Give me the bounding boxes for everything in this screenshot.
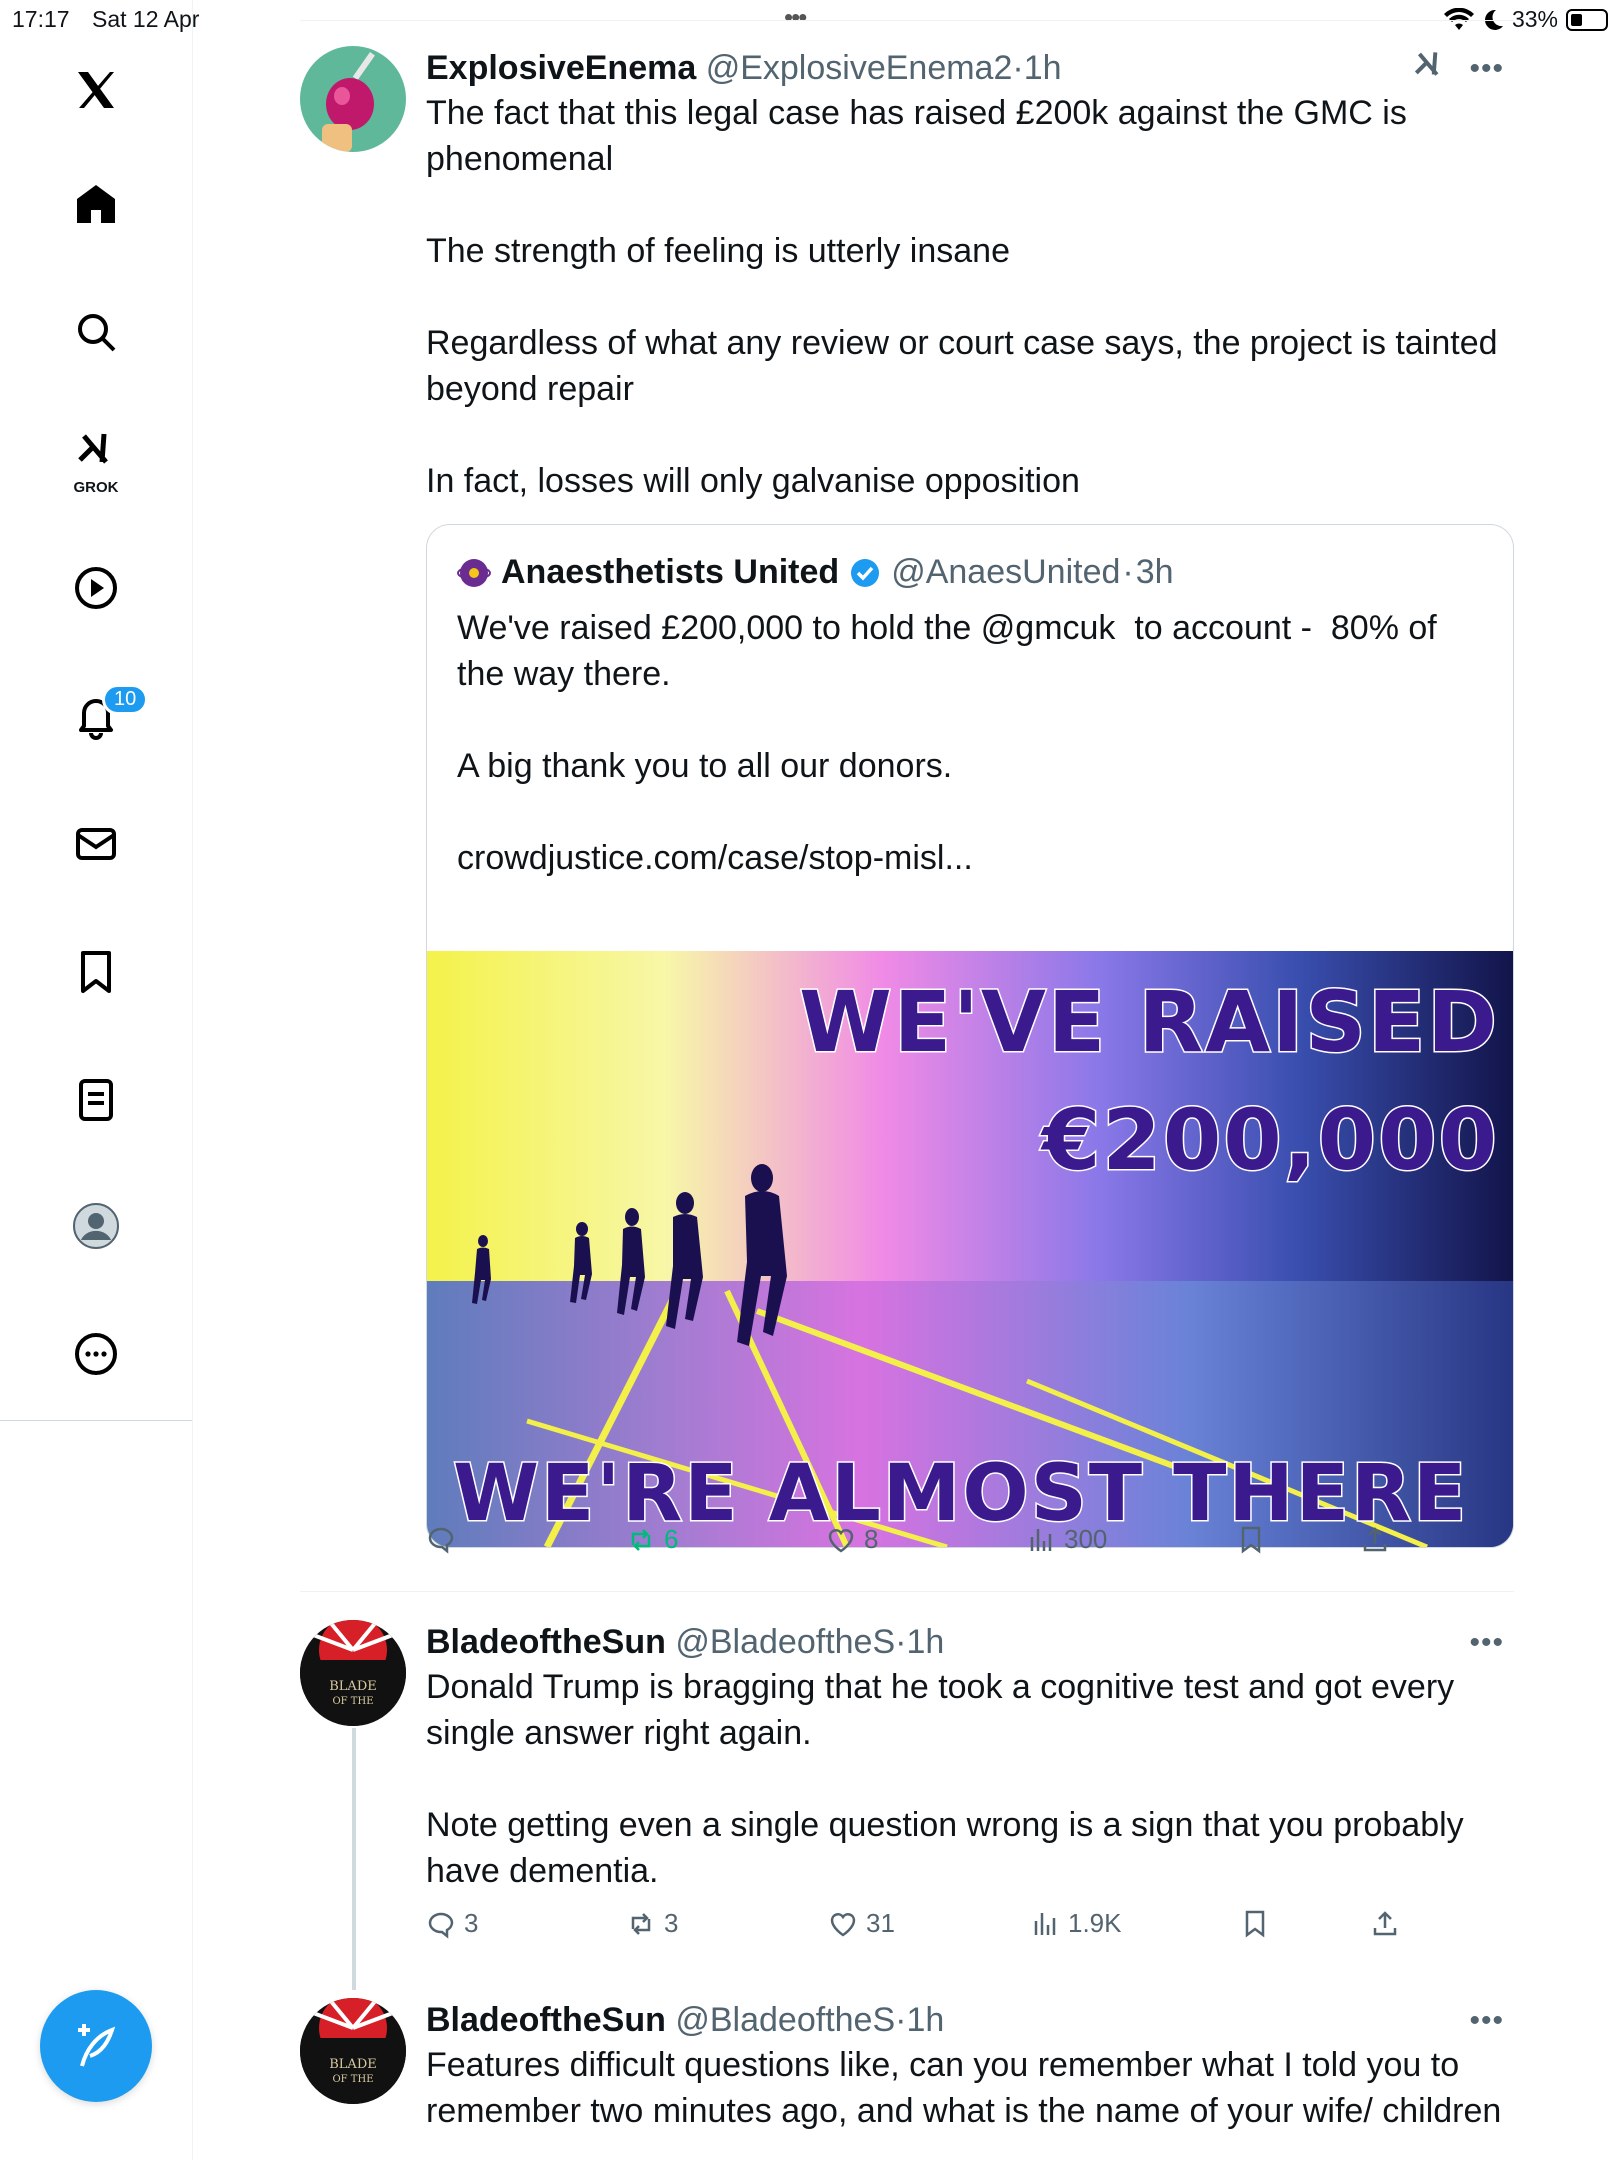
- bookmark-icon: [1241, 1526, 1261, 1554]
- tweet-time[interactable]: 1h: [906, 1623, 944, 1661]
- bookmark-button[interactable]: [1240, 1908, 1270, 1938]
- battery-icon: [1566, 8, 1608, 31]
- repost-count: 6: [664, 1524, 679, 1554]
- repost-count: 3: [664, 1908, 679, 1938]
- tweet-header: ExplosiveEnema @ExplosiveEnema2·1h: [426, 49, 1062, 87]
- tweet[interactable]: BLADE OF THE BladeoftheSun @BladeoftheS·1…: [300, 1998, 1514, 2160]
- x-logo-icon[interactable]: [60, 54, 132, 126]
- quoted-tweet-header: Anaesthetists United @AnaesUnited · 3h: [457, 553, 1174, 592]
- avatar[interactable]: [300, 46, 406, 152]
- quote-text: We've raised £200,000 to hold the @gmcuk…: [457, 609, 1437, 877]
- grok-label: GROK: [73, 479, 119, 496]
- svg-text:BLADE: BLADE: [329, 1679, 377, 1694]
- more-options-icon[interactable]: •••: [1469, 52, 1504, 86]
- like-button[interactable]: 31: [828, 1908, 895, 1939]
- like-count: 31: [866, 1908, 895, 1938]
- tweet-text: Donald Trump is bragging that he took a …: [426, 1668, 1464, 1890]
- views-button[interactable]: 300: [1026, 1524, 1107, 1555]
- avatar[interactable]: BLADE OF THE: [300, 1998, 406, 2104]
- share-button[interactable]: [1360, 1524, 1390, 1554]
- bookmark-button[interactable]: [1236, 1524, 1266, 1554]
- svg-text:BLADE: BLADE: [329, 2057, 377, 2072]
- quote-avatar[interactable]: [457, 556, 491, 590]
- reply-button[interactable]: 3: [426, 1908, 478, 1939]
- video-icon[interactable]: [60, 552, 132, 624]
- heart-icon: [828, 1528, 854, 1552]
- tweet-time[interactable]: 1h: [1024, 49, 1062, 87]
- views-button[interactable]: 1.9K: [1030, 1908, 1122, 1939]
- repost-icon: [631, 1528, 651, 1551]
- author-handle[interactable]: @BladeoftheS: [675, 2001, 895, 2039]
- notifications-badge: 10: [102, 684, 149, 715]
- tweet[interactable]: ExplosiveEnema @ExplosiveEnema2·1h ••• T…: [300, 46, 1514, 1596]
- compose-feather-icon: [78, 2024, 116, 2067]
- repost-icon: [631, 1912, 651, 1935]
- sidebar: GROK 10: [0, 0, 193, 2160]
- more-options-icon[interactable]: •••: [1469, 2004, 1504, 2038]
- tweet[interactable]: BLADE OF THE BladeoftheSun @BladeoftheS·1…: [300, 1620, 1514, 1960]
- quote-author-name[interactable]: Anaesthetists United: [501, 553, 839, 592]
- grok-icon[interactable]: GROK: [60, 418, 132, 500]
- more-icon[interactable]: [60, 1318, 132, 1390]
- author-name[interactable]: BladeoftheSun: [426, 1623, 666, 1661]
- like-button[interactable]: 8: [826, 1524, 878, 1555]
- author-handle[interactable]: @BladeoftheS: [675, 1623, 895, 1661]
- tweet-divider: [300, 1591, 1514, 1592]
- bookmark-icon: [1245, 1910, 1265, 1938]
- home-icon[interactable]: [60, 168, 132, 240]
- feed-top-border: [300, 20, 1514, 21]
- quote-image[interactable]: WE'VE RAISED €200,000 WE'RE ALMOST THERE: [427, 951, 1513, 1547]
- tweet-text: Features difficult questions like, can y…: [426, 2046, 1502, 2130]
- quote-time[interactable]: 3h: [1136, 553, 1174, 592]
- views-count: 1.9K: [1068, 1908, 1122, 1938]
- like-count: 8: [864, 1524, 879, 1554]
- repost-button[interactable]: 3: [626, 1908, 678, 1939]
- views-chart-icon: [1034, 1912, 1056, 1935]
- tweet-header: BladeoftheSun @BladeoftheS·1h: [426, 2001, 945, 2039]
- battery-percent: 33%: [1511, 6, 1558, 32]
- heart-icon: [830, 1912, 856, 1936]
- compose-post-button[interactable]: [40, 1990, 152, 2102]
- tweet-actions: 6 8 300: [426, 1524, 1512, 1564]
- sidebar-divider: [0, 1420, 192, 1421]
- share-button[interactable]: [1370, 1908, 1400, 1938]
- reply-count: 3: [464, 1908, 479, 1938]
- grok-explain-icon[interactable]: [1410, 46, 1448, 84]
- quoted-tweet[interactable]: Anaesthetists United @AnaesUnited · 3h We'…: [426, 524, 1514, 1548]
- reply-button[interactable]: [426, 1524, 464, 1554]
- svg-text:OF THE: OF THE: [332, 2074, 373, 2085]
- share-icon: [1373, 1911, 1397, 1936]
- search-icon[interactable]: [60, 296, 132, 368]
- verified-badge-icon: [851, 558, 880, 587]
- tweet-text: The fact that this legal case has raised…: [426, 94, 1498, 500]
- bookmark-icon[interactable]: [60, 936, 132, 1008]
- quote-author-handle[interactable]: @AnaesUnited: [891, 553, 1120, 592]
- share-icon: [1363, 1527, 1387, 1552]
- views-chart-icon: [1030, 1528, 1052, 1551]
- image-text-line2: €200,000: [1040, 1090, 1499, 1191]
- author-handle[interactable]: @ExplosiveEnema2: [706, 49, 1013, 87]
- multitasking-dots-icon[interactable]: •••: [784, 2, 807, 33]
- image-text-line1: WE'VE RAISED: [798, 972, 1499, 1073]
- avatar[interactable]: BLADE OF THE: [300, 1620, 406, 1726]
- reply-icon: [428, 1527, 454, 1554]
- list-icon[interactable]: [60, 1064, 132, 1136]
- tweet-header: BladeoftheSun @BladeoftheS·1h: [426, 1623, 945, 1661]
- author-name[interactable]: ExplosiveEnema: [426, 49, 696, 87]
- svg-text:OF THE: OF THE: [332, 1696, 373, 1707]
- mail-icon[interactable]: [60, 808, 132, 880]
- profile-avatar-icon[interactable]: [60, 1190, 132, 1262]
- views-count: 300: [1064, 1524, 1108, 1554]
- more-options-icon[interactable]: •••: [1469, 1626, 1504, 1660]
- tweet-time[interactable]: 1h: [906, 2001, 944, 2039]
- author-name[interactable]: BladeoftheSun: [426, 2001, 666, 2039]
- tweet-actions: 3 3 31 1.9K: [426, 1908, 1512, 1948]
- repost-button[interactable]: 6: [626, 1524, 678, 1555]
- reply-icon: [428, 1912, 454, 1939]
